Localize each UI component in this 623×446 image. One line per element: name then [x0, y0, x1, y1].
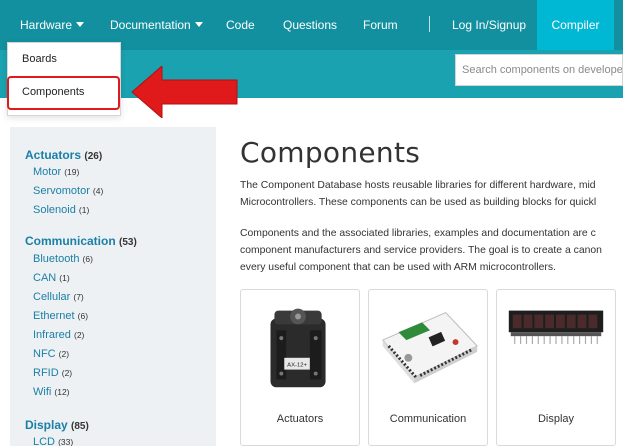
- category-actuators[interactable]: Actuators (26): [25, 148, 102, 162]
- card-label: Display: [537, 413, 575, 425]
- subcategory-label: Wifi: [33, 386, 52, 398]
- category-label: Display: [25, 418, 68, 432]
- intro-text-line: every useful component that can be used …: [240, 262, 556, 273]
- nav-questions[interactable]: Questions: [283, 0, 337, 50]
- subcategory-servomotor[interactable]: Servomotor (4): [33, 185, 103, 197]
- intro-text-line: component manufacturers and service prov…: [240, 245, 602, 256]
- subcategory-wifi[interactable]: Wifi (12): [33, 386, 70, 398]
- led-display-module-image: [508, 310, 604, 345]
- nav-forum[interactable]: Forum: [363, 0, 398, 50]
- nav-code[interactable]: Code: [226, 0, 255, 50]
- subcategory-nfc[interactable]: NFC (2): [33, 348, 69, 360]
- category-count: (53): [119, 237, 137, 248]
- subcategory-label: Servomotor: [33, 185, 90, 197]
- compiler-button[interactable]: Compiler: [537, 0, 614, 50]
- subcategory-ethernet[interactable]: Ethernet (6): [33, 310, 88, 322]
- subcategory-count: (19): [64, 167, 80, 177]
- communication-shield-image: [381, 311, 478, 384]
- subcategory-can[interactable]: CAN (1): [33, 272, 70, 284]
- chevron-down-icon: [194, 22, 203, 28]
- category-count: (26): [84, 151, 103, 162]
- nav-documentation[interactable]: Documentation: [110, 0, 203, 50]
- card-label: Actuators: [276, 413, 324, 425]
- red-arrow-icon: [131, 66, 238, 118]
- subcategory-label: Motor: [33, 166, 62, 178]
- subcategory-bluetooth[interactable]: Bluetooth (6): [33, 253, 93, 265]
- subcategory-lcd[interactable]: LCD (33): [33, 436, 73, 446]
- category-sidebar: Actuators (26) Motor (19) Servomotor (4)…: [10, 127, 216, 446]
- nav-divider: [429, 16, 430, 32]
- subcategory-count: (2): [61, 368, 73, 378]
- subcategory-label: Infrared: [33, 329, 71, 341]
- category-communication[interactable]: Communication (53): [25, 234, 137, 248]
- dropdown-item-boards[interactable]: Boards: [22, 53, 57, 65]
- intro-text-line: Components and the associated libraries,…: [240, 228, 596, 239]
- subcategory-count: (7): [73, 292, 84, 302]
- subcategory-infrared[interactable]: Infrared (2): [33, 329, 84, 341]
- intro-text-line: Microcontrollers. These components can b…: [240, 197, 597, 208]
- category-label: Communication: [25, 234, 116, 248]
- category-count: (85): [71, 421, 89, 432]
- search-input[interactable]: [456, 55, 622, 85]
- category-card-display[interactable]: Display: [496, 289, 616, 446]
- subcategory-count: (2): [58, 349, 70, 359]
- subcategory-count: (4): [92, 186, 104, 196]
- card-label: Communication: [389, 413, 467, 425]
- subcategory-cellular[interactable]: Cellular (7): [33, 291, 84, 303]
- subcategory-label: Bluetooth: [33, 253, 80, 265]
- nav-hardware-label: Hardware: [20, 18, 73, 32]
- category-display[interactable]: Display (85): [25, 418, 89, 432]
- subcategory-label: Cellular: [33, 291, 71, 303]
- subcategory-label: NFC: [33, 348, 56, 360]
- category-card-communication[interactable]: Communication: [368, 289, 488, 446]
- subcategory-label: LCD: [33, 436, 56, 446]
- search-box[interactable]: [455, 54, 623, 86]
- category-label: Actuators: [25, 148, 82, 162]
- subcategory-rfid[interactable]: RFID (2): [33, 367, 72, 379]
- chevron-down-icon: [76, 22, 85, 28]
- subcategory-label: RFID: [33, 367, 59, 379]
- subcategory-solenoid[interactable]: Solenoid (1): [33, 204, 89, 216]
- subcategory-label: Ethernet: [33, 310, 75, 322]
- subcategory-count: (12): [54, 387, 70, 397]
- subcategory-count: (6): [82, 254, 93, 264]
- subcategory-label: Solenoid: [33, 204, 76, 216]
- highlight-box: [7, 76, 120, 110]
- servo-badge: AX-12+: [287, 363, 307, 369]
- subcategory-count: (1): [78, 205, 90, 215]
- intro-text-line: The Component Database hosts reusable li…: [240, 180, 596, 191]
- subcategory-count: (1): [59, 273, 70, 283]
- servo-motor-image: AX-12+: [270, 308, 326, 388]
- subcategory-count: (33): [58, 437, 74, 446]
- subcategory-motor[interactable]: Motor (19): [33, 166, 79, 178]
- subcategory-count: (2): [73, 330, 85, 340]
- subcategory-label: CAN: [33, 272, 57, 284]
- category-card-actuators[interactable]: AX-12+ Actuators: [240, 289, 360, 446]
- nav-login-signup[interactable]: Log In/Signup: [452, 0, 526, 50]
- nav-documentation-label: Documentation: [110, 18, 191, 32]
- subcategory-count: (6): [77, 311, 89, 321]
- page-title: Components: [240, 136, 421, 169]
